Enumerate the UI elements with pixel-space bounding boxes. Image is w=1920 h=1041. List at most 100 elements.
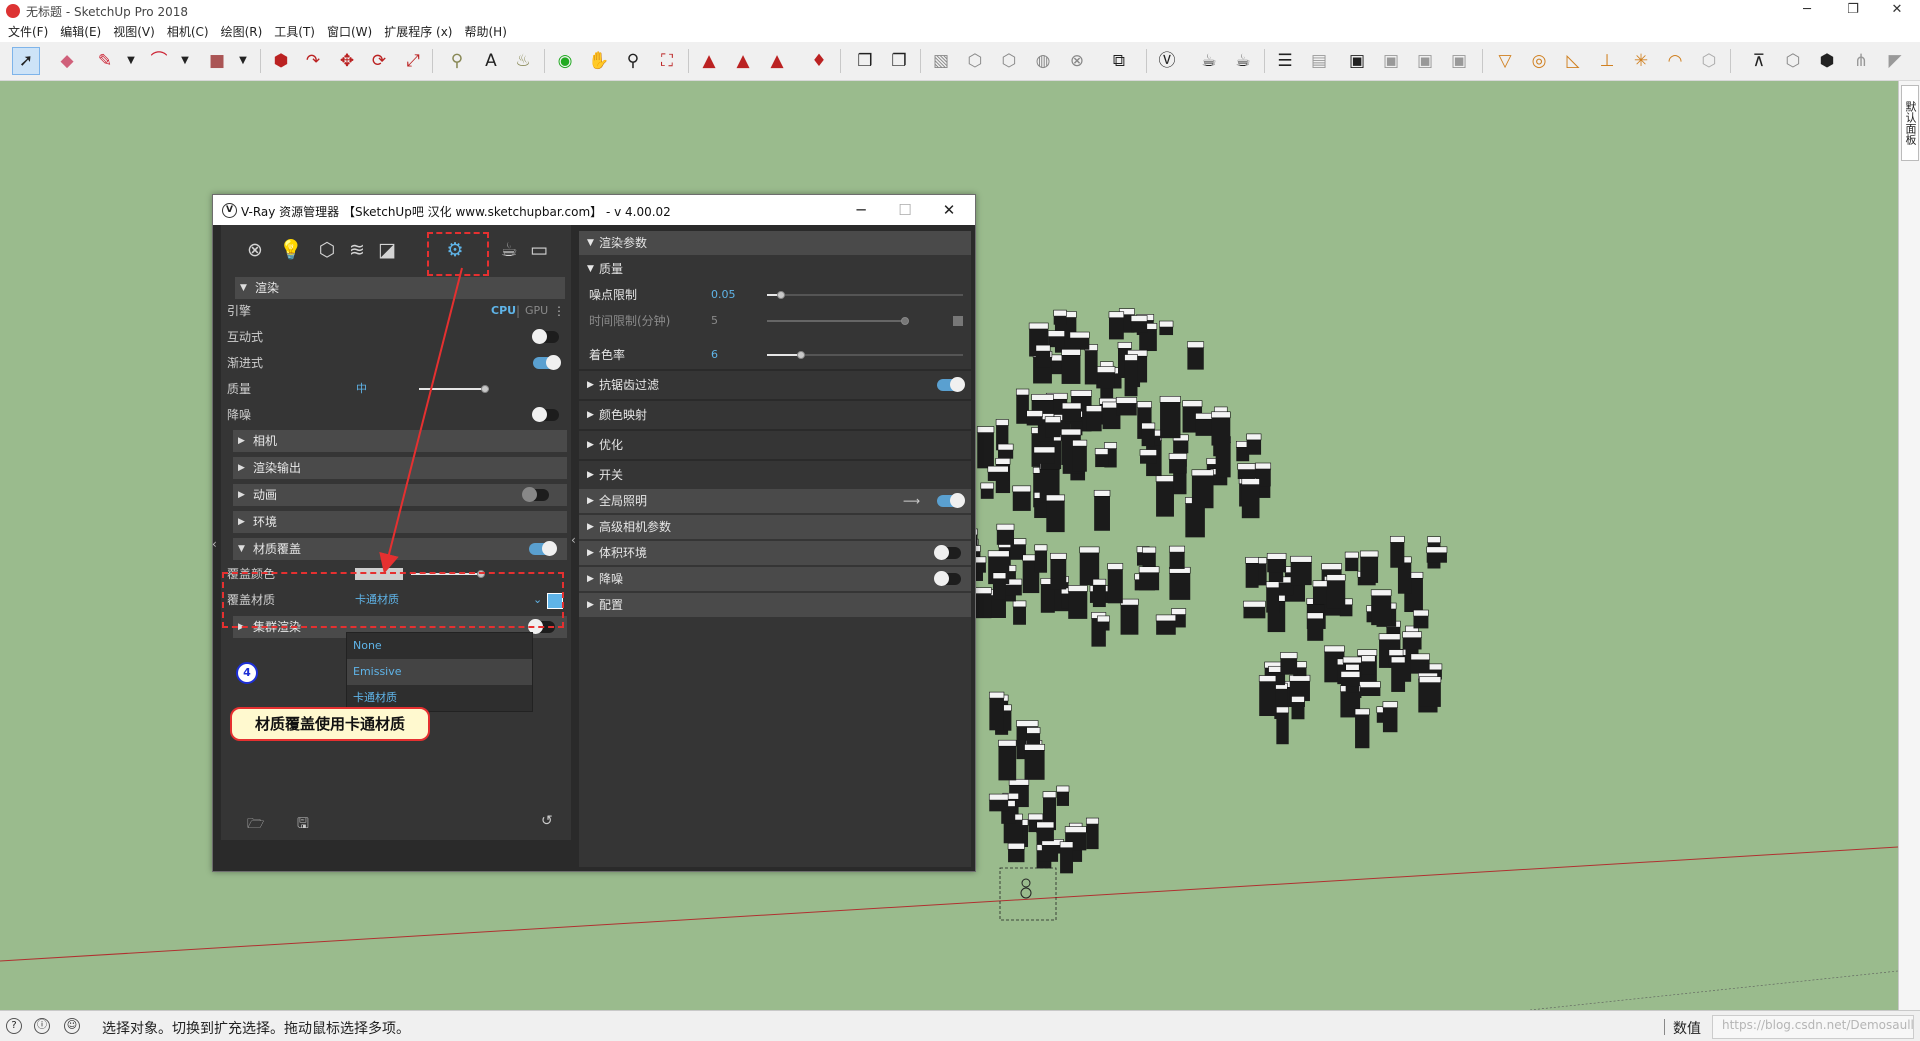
- gpu-option[interactable]: GPU: [525, 300, 548, 322]
- vray-render-icon[interactable]: ☕: [1196, 48, 1222, 74]
- sphere-light-icon[interactable]: ◎: [1526, 48, 1552, 74]
- denoiser-toggle[interactable]: [934, 571, 961, 586]
- zoom-tool-icon[interactable]: ⚲: [620, 48, 646, 74]
- panel-divider[interactable]: ‹: [571, 225, 579, 871]
- volumetric-toggle[interactable]: [934, 545, 961, 560]
- dome-light-icon[interactable]: ◠: [1662, 48, 1688, 74]
- color-mapping-header[interactable]: ▶ 颜色映射: [579, 403, 971, 427]
- eraser-tool-icon[interactable]: ◆: [54, 48, 80, 74]
- progressive-toggle[interactable]: [533, 355, 561, 370]
- ies-light-icon[interactable]: ⊥: [1594, 48, 1620, 74]
- vray-lock-icon[interactable]: ▣: [1446, 48, 1472, 74]
- cpu-option[interactable]: CPU: [491, 300, 516, 322]
- menu-camera[interactable]: 相机(C): [161, 22, 215, 42]
- omni-light-icon[interactable]: ✳: [1628, 48, 1654, 74]
- ruby-icon[interactable]: ♦: [806, 48, 832, 74]
- time-limit-checkbox[interactable]: [953, 316, 963, 326]
- user-icon[interactable]: ☺: [64, 1018, 80, 1034]
- menu-tools[interactable]: 工具(T): [268, 22, 321, 42]
- line-dropdown-icon[interactable]: ▼: [118, 48, 144, 74]
- antialiasing-header[interactable]: ▶ 抗锯齿过滤: [579, 373, 971, 397]
- vray-close-button[interactable]: ✕: [929, 198, 969, 222]
- scale-tool-icon[interactable]: ⤢: [400, 48, 426, 74]
- shading-rate-value[interactable]: 6: [711, 343, 718, 367]
- denoise-toggle[interactable]: [532, 407, 559, 422]
- fur-icon[interactable]: ⋔: [1848, 48, 1874, 74]
- paint-bucket-icon[interactable]: ♨: [510, 48, 536, 74]
- menu-edit[interactable]: 编辑(E): [54, 22, 107, 42]
- menu-file[interactable]: 文件(F): [0, 22, 54, 42]
- vray-fb-icon[interactable]: ☰: [1272, 48, 1298, 74]
- vray-interactive-icon[interactable]: ☕: [1230, 48, 1256, 74]
- lights-icon[interactable]: 💡: [279, 238, 303, 262]
- xray-icon[interactable]: ◍: [1030, 48, 1056, 74]
- quality-slider-handle[interactable]: [481, 385, 489, 393]
- section-render-output[interactable]: ▶ 渲染输出: [233, 457, 567, 479]
- geo-location-icon[interactable]: ?: [6, 1018, 22, 1034]
- rect-light-icon[interactable]: ▽: [1492, 48, 1518, 74]
- section-animation[interactable]: ▶ 动画: [233, 484, 567, 506]
- menu-window[interactable]: 窗口(W): [321, 22, 378, 42]
- section-camera[interactable]: ▶ 相机: [233, 430, 567, 452]
- material-override-toggle[interactable]: [529, 541, 557, 556]
- frame-buffer-icon[interactable]: ▭: [527, 238, 551, 262]
- geometry-icon[interactable]: ⬡: [315, 238, 339, 262]
- vray-maximize-button[interactable]: ☐: [885, 198, 925, 222]
- denoiser-header[interactable]: ▶ 降噪: [579, 567, 971, 591]
- import-proxy-icon[interactable]: ⬢: [1814, 48, 1840, 74]
- optimize-header[interactable]: ▶ 优化: [579, 433, 971, 457]
- render-elements-icon[interactable]: ≋: [345, 238, 369, 262]
- zoom-extents-icon[interactable]: ⛶: [654, 48, 680, 74]
- section-render[interactable]: ▼ 渲染: [235, 277, 565, 299]
- antialiasing-toggle[interactable]: [937, 377, 965, 392]
- gi-header[interactable]: ▶ 全局照明 ⟶: [579, 489, 971, 513]
- reset-icon[interactable]: ↺: [541, 813, 553, 829]
- push-pull-tool-icon[interactable]: ⬢: [268, 48, 294, 74]
- orbit-tool-icon[interactable]: ◉: [552, 48, 578, 74]
- restore-button[interactable]: ❐: [1830, 0, 1876, 22]
- section-plane-icon[interactable]: ▧: [928, 48, 954, 74]
- open-folder-icon[interactable]: 🗁: [247, 813, 264, 837]
- menu-view[interactable]: 视图(V): [107, 22, 161, 42]
- share-model-icon[interactable]: ▲: [730, 48, 756, 74]
- noise-limit-value[interactable]: 0.05: [711, 283, 736, 307]
- switches-header[interactable]: ▶ 开关: [579, 463, 971, 487]
- mesh-clipper-icon[interactable]: ◤: [1882, 48, 1908, 74]
- select-tool-icon[interactable]: ➚: [12, 47, 40, 75]
- vray-frame2-icon[interactable]: ▣: [1378, 48, 1404, 74]
- textures-icon[interactable]: ◪: [375, 238, 399, 262]
- move-tool-icon[interactable]: ✥: [334, 48, 360, 74]
- vray-frame-icon[interactable]: ▣: [1344, 48, 1370, 74]
- materials-icon[interactable]: ⊗: [243, 238, 267, 262]
- engine-more-icon[interactable]: ⋮: [553, 300, 565, 322]
- arc-tool-icon[interactable]: ⌒: [146, 48, 172, 74]
- render-params-header[interactable]: ▼ 渲染参数: [579, 231, 971, 255]
- menu-draw[interactable]: 绘图(R): [215, 22, 269, 42]
- default-tray-tab[interactable]: 默认面板: [1901, 85, 1919, 161]
- rotate-tool-icon[interactable]: ⟳: [366, 48, 392, 74]
- vray-minimize-button[interactable]: ─: [841, 198, 881, 222]
- spot-light-icon[interactable]: ◺: [1560, 48, 1586, 74]
- render-teapot-icon[interactable]: ☕: [497, 238, 521, 262]
- vray-logo-icon[interactable]: Ⓥ: [1154, 48, 1180, 74]
- time-limit-slider[interactable]: [901, 317, 909, 325]
- interactive-toggle[interactable]: [532, 329, 559, 344]
- component-options-icon[interactable]: ⧉: [1106, 48, 1132, 74]
- menu-extensions[interactable]: 扩展程序 (x): [378, 22, 458, 42]
- animation-toggle[interactable]: [522, 487, 549, 502]
- quality-header[interactable]: ▼ 质量: [579, 257, 971, 281]
- menu-help[interactable]: 帮助(H): [458, 22, 512, 42]
- infinite-plane-icon[interactable]: ⊼: [1746, 48, 1772, 74]
- mesh-light-icon[interactable]: ⬡: [1696, 48, 1722, 74]
- follow-me-tool-icon[interactable]: ↷: [300, 48, 326, 74]
- vray-frame3-icon[interactable]: ▣: [1412, 48, 1438, 74]
- volumetric-header[interactable]: ▶ 体积环境: [579, 541, 971, 565]
- pan-tool-icon[interactable]: ✋: [586, 48, 612, 74]
- extension-warehouse-icon[interactable]: ▲: [764, 48, 790, 74]
- dropdown-option-none[interactable]: None: [347, 633, 532, 659]
- dropdown-option-emissive[interactable]: Emissive: [347, 659, 532, 685]
- section-environment[interactable]: ▶ 环境: [233, 511, 567, 533]
- groups-icon[interactable]: ❐: [886, 48, 912, 74]
- warehouse-icon[interactable]: ▲: [696, 48, 722, 74]
- arc-dropdown-icon[interactable]: ▼: [172, 48, 198, 74]
